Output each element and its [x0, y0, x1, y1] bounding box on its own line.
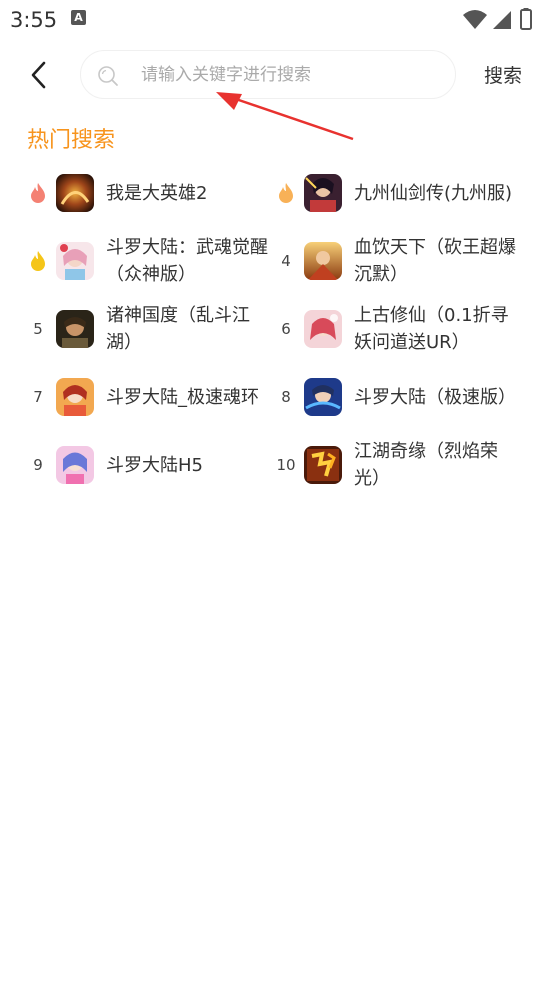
rank-number: 4: [281, 252, 291, 270]
search-box[interactable]: [80, 50, 456, 99]
game-icon: [56, 378, 94, 416]
hot-search-item[interactable]: 九州仙剑传(九州服): [274, 174, 536, 212]
hot-search-item[interactable]: 10 江湖奇缘（烈焰荣光）: [274, 438, 536, 492]
signal-icon: [493, 11, 511, 29]
game-name: 斗罗大陆H5: [106, 454, 203, 476]
back-button[interactable]: [26, 60, 54, 90]
rank-number: 6: [281, 320, 291, 338]
game-icon: [56, 446, 94, 484]
search-icon: [98, 66, 118, 86]
game-name: 诸神国度（乱斗江湖）: [106, 305, 250, 353]
flame-icon: [274, 181, 298, 205]
hot-search-item[interactable]: 7 斗罗大陆_极速魂环: [26, 370, 288, 424]
rank-number: 10: [276, 456, 296, 474]
hot-search-item[interactable]: 9 斗罗大陆H5: [26, 438, 288, 492]
game-icon: [56, 310, 94, 348]
flame-icon: [26, 181, 50, 205]
game-icon: [56, 242, 94, 280]
hot-search-item[interactable]: 我是大英雄2: [26, 174, 288, 212]
game-icon: [304, 174, 342, 212]
hot-search-item[interactable]: 4 血饮天下（砍王超爆沉默）: [274, 234, 536, 288]
search-button[interactable]: 搜索: [484, 61, 522, 88]
game-icon: [304, 310, 342, 348]
rank-number: 8: [281, 388, 291, 406]
game-icon: [304, 242, 342, 280]
a-notification-icon: A: [71, 10, 86, 25]
hot-search-item[interactable]: 6 上古修仙（0.1折寻妖问道送UR）: [274, 302, 536, 356]
rank-number: 7: [33, 388, 43, 406]
search-header: 搜索: [0, 50, 553, 100]
wifi-icon: [463, 10, 487, 29]
game-name: 血饮天下（砍王超爆沉默）: [354, 237, 516, 285]
flame-icon: [26, 249, 50, 273]
chevron-left-icon: [31, 61, 46, 89]
status-icons: [463, 8, 532, 30]
hot-search-item[interactable]: 5 诸神国度（乱斗江湖）: [26, 302, 288, 356]
game-name: 斗罗大陆_极速魂环: [106, 386, 259, 408]
hot-search-item[interactable]: 斗罗大陆：武魂觉醒（众神版）: [26, 234, 288, 288]
rank-number: 5: [33, 320, 43, 338]
hot-search-item[interactable]: 8 斗罗大陆（极速版）: [274, 370, 536, 424]
rank-number: 9: [33, 456, 43, 474]
battery-icon: [520, 9, 532, 30]
game-name: 九州仙剑传(九州服): [354, 182, 513, 204]
game-name: 江湖奇缘（烈焰荣光）: [354, 441, 498, 489]
game-icon: [304, 378, 342, 416]
game-name: 斗罗大陆：武魂觉醒（众神版）: [106, 237, 268, 285]
game-name: 我是大英雄2: [106, 182, 208, 204]
status-bar: 3:55 A: [0, 0, 553, 40]
search-input[interactable]: [141, 61, 441, 89]
game-name: 上古修仙（0.1折寻妖问道送UR）: [354, 305, 509, 353]
status-time: 3:55: [10, 8, 58, 32]
game-icon: [304, 446, 342, 484]
hot-search-title: 热门搜索: [27, 128, 116, 153]
game-icon: [56, 174, 94, 212]
game-name: 斗罗大陆（极速版）: [354, 386, 516, 408]
